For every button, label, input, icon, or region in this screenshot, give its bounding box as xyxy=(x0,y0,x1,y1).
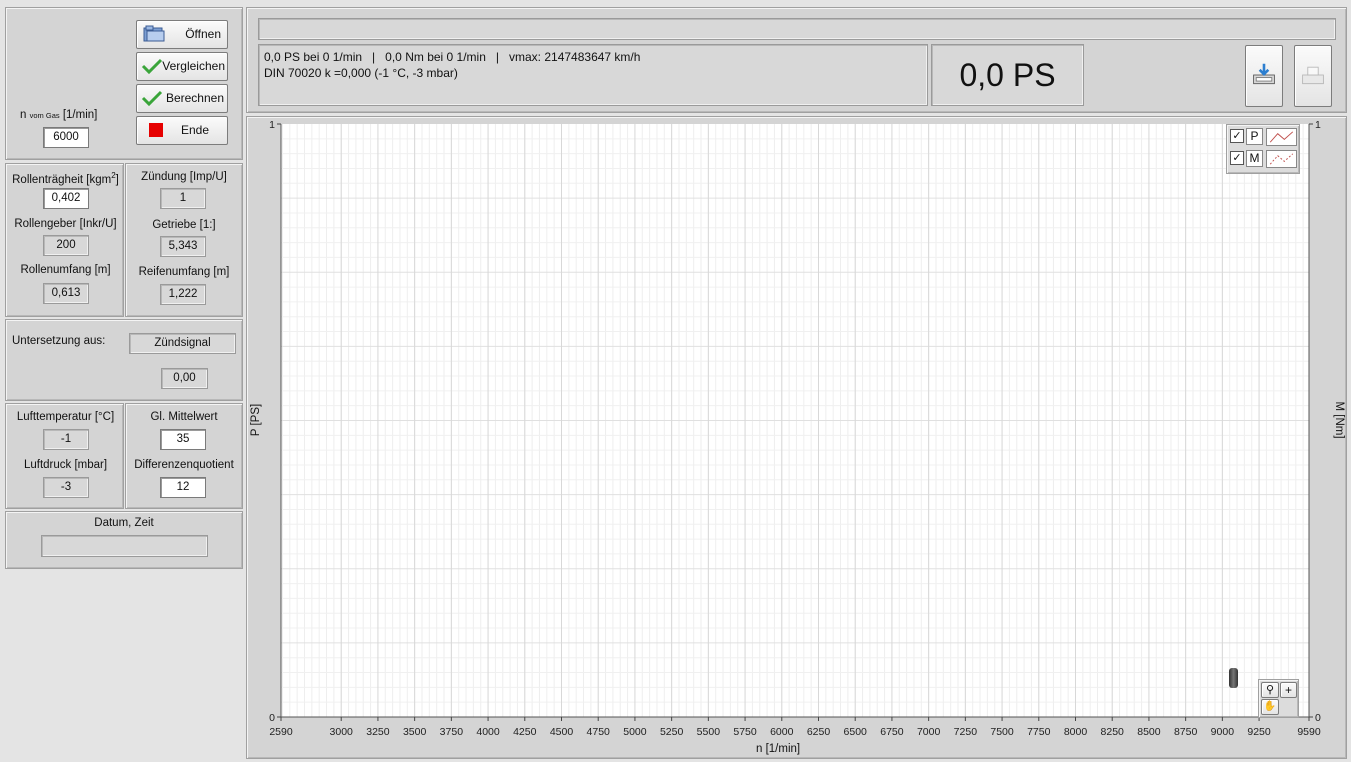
reduction-value: 0,00 xyxy=(161,368,208,389)
calculate-button[interactable]: Berechnen xyxy=(136,84,228,113)
ignition-value: 1 xyxy=(160,188,206,209)
legend-p-checkbox[interactable]: ✓ xyxy=(1230,129,1244,143)
folder-icon xyxy=(143,25,165,42)
diff-label: Differenzenquotient xyxy=(134,459,234,471)
x-axis-label: n [1/min] xyxy=(756,743,801,755)
datetime-panel: Datum, Zeit xyxy=(5,511,243,569)
roll-encoder-label: Rollengeber [Inkr/U] xyxy=(14,218,117,230)
reduction-source-value: Zündsignal xyxy=(129,333,236,354)
chart-legend: ✓ P ✓ M xyxy=(1226,124,1300,174)
legend-m-checkbox[interactable]: ✓ xyxy=(1230,151,1244,165)
end-button[interactable]: Ende xyxy=(136,116,228,145)
roll-circ-label: Rollenumfang [m] xyxy=(20,264,111,276)
diff-input[interactable]: 12 xyxy=(160,477,206,498)
vehicle-params-panel: Zündung [Imp/U] 1 Getriebe [1:] 5,343 Re… xyxy=(125,163,243,317)
zoom-icon: ⚲ xyxy=(1265,684,1275,696)
mean-input[interactable]: 35 xyxy=(160,429,206,450)
zoom-tool-button[interactable]: ⚲ xyxy=(1261,682,1279,698)
control-panel: n vom Gas [1/min] 6000 Öffnen Vergleiche… xyxy=(5,7,243,160)
legend-p-line-icon xyxy=(1266,128,1297,146)
open-button[interactable]: Öffnen xyxy=(136,20,228,49)
environment-panel: Lufttemperatur [°C] -1 Luftdruck [mbar] … xyxy=(5,403,124,509)
tire-circ-label: Reifenumfang [m] xyxy=(138,266,230,278)
status-line-1: 0,0 PS bei 0 1/min | 0,0 Nm bei 0 1/min … xyxy=(264,50,641,64)
graph-palette: ⚲ + ✋ xyxy=(1258,679,1299,718)
y-axis-label: P [PS] xyxy=(250,403,262,437)
roll-inertia-input[interactable]: 0,402 xyxy=(43,188,89,209)
reduction-label: Untersetzung aus: xyxy=(12,335,106,347)
load-data-button[interactable] xyxy=(1245,45,1283,107)
air-temp-value: -1 xyxy=(43,429,89,450)
status-line-2: DIN 70020 k =0,000 (-1 °C, -3 mbar) xyxy=(264,66,458,80)
air-pressure-label: Luftdruck [mbar] xyxy=(23,459,108,471)
hand-icon: ✋ xyxy=(1263,701,1277,712)
cursor-mover[interactable] xyxy=(1227,668,1241,692)
air-pressure-value: -3 xyxy=(43,477,89,498)
air-temp-label: Lufttemperatur [°C] xyxy=(16,411,115,423)
power-display: 0,0 PS xyxy=(931,44,1084,106)
printer-icon xyxy=(1302,66,1324,85)
crosshair-tool-button[interactable]: + xyxy=(1280,682,1297,698)
compare-button[interactable]: Vergleichen xyxy=(136,52,228,81)
gearbox-label: Getriebe [1:] xyxy=(152,219,216,231)
chart-panel xyxy=(246,116,1347,759)
pan-tool-button[interactable]: ✋ xyxy=(1261,699,1279,715)
n-gas-input[interactable]: 6000 xyxy=(43,127,89,148)
stop-icon xyxy=(149,123,163,137)
export-data-button[interactable] xyxy=(1294,45,1332,107)
legend-m-label: M xyxy=(1246,150,1263,167)
y2-axis-label: M [Nm] xyxy=(1333,401,1345,439)
roll-circ-value: 0,613 xyxy=(43,283,89,304)
top-progress-bar xyxy=(258,18,1336,40)
smoothing-panel: Gl. Mittelwert 35 Differenzenquotient 12 xyxy=(125,403,243,509)
legend-m-line-icon xyxy=(1266,150,1297,168)
import-icon xyxy=(1253,63,1275,85)
gearbox-value: 5,343 xyxy=(160,236,206,257)
check-icon xyxy=(141,58,163,75)
crosshair-icon: + xyxy=(1284,683,1292,697)
ignition-label: Zündung [Imp/U] xyxy=(141,171,227,183)
status-text-box: 0,0 PS bei 0 1/min | 0,0 Nm bei 0 1/min … xyxy=(258,44,928,106)
legend-p-label: P xyxy=(1246,128,1263,145)
roll-params-panel: Rollenträgheit [kgm2] 0,402 Rollengeber … xyxy=(5,163,124,317)
mean-label: Gl. Mittelwert xyxy=(150,411,218,423)
status-panel: 0,0 PS bei 0 1/min | 0,0 Nm bei 0 1/min … xyxy=(246,7,1347,113)
tire-circ-value: 1,222 xyxy=(160,284,206,305)
datetime-label: Datum, Zeit xyxy=(94,517,154,529)
n-gas-label: n vom Gas [1/min] xyxy=(20,109,98,121)
roll-inertia-label: Rollenträgheit [kgm2] xyxy=(12,171,119,186)
roll-encoder-value: 200 xyxy=(43,235,89,256)
datetime-value xyxy=(41,535,208,557)
joystick-icon xyxy=(1229,668,1238,688)
reduction-panel: Untersetzung aus: Zündsignal 0,00 xyxy=(5,319,243,401)
check-icon xyxy=(141,90,163,107)
